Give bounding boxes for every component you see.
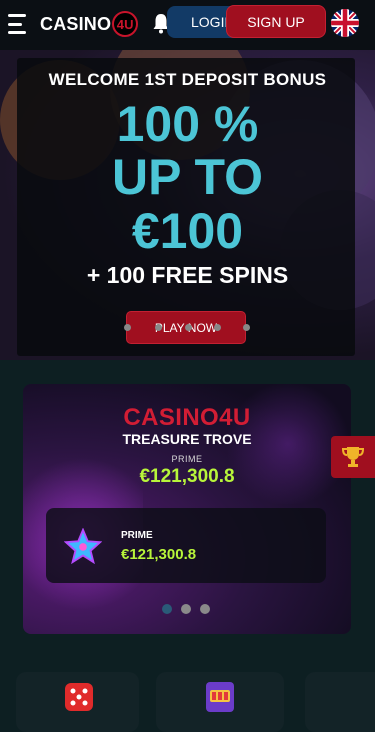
trophy-tab[interactable] xyxy=(331,436,375,478)
hero-subtitle: + 100 FREE SPINS xyxy=(86,262,289,288)
jackpot-dot[interactable] xyxy=(162,604,172,614)
category-tile[interactable] xyxy=(16,672,139,732)
category-tile[interactable] xyxy=(305,672,375,732)
logo-text: CASINO xyxy=(40,13,112,34)
hero-line-1: 100 % xyxy=(116,96,259,152)
slot-machine-icon xyxy=(206,682,234,712)
logo-badge: 4U xyxy=(112,11,139,37)
jackpot-dot[interactable] xyxy=(200,604,210,614)
hero-dot[interactable] xyxy=(185,324,192,331)
logo[interactable]: CASINO 4U xyxy=(40,11,139,37)
jackpot-tier-panel: PRIME €121,300.8 xyxy=(46,508,326,583)
tier-amount: €121,300.8 xyxy=(121,546,197,563)
category-tile[interactable] xyxy=(156,672,284,732)
jackpot-card[interactable]: CASINO4U TREASURE TROVE PRIME €121,300.8… xyxy=(23,384,351,634)
jackpot-tier: PRIME xyxy=(171,454,203,464)
jackpot-name: TREASURE TROVE xyxy=(122,431,252,447)
hero-dot[interactable] xyxy=(214,324,221,331)
hero-line-2: UP TO xyxy=(112,149,263,205)
signup-button[interactable]: SIGN UP xyxy=(226,5,326,38)
menu-icon[interactable] xyxy=(8,14,26,34)
tier-label: PRIME xyxy=(121,530,153,541)
uk-flag-icon[interactable] xyxy=(331,9,359,37)
jackpot-brand: CASINO4U xyxy=(123,404,251,431)
dice-icon xyxy=(65,683,93,711)
top-header: CASINO 4U LOGIN SIGN UP xyxy=(0,0,375,50)
jackpot-dot[interactable] xyxy=(181,604,191,614)
hero-line-3: €100 xyxy=(131,203,244,259)
hero-title: WELCOME 1ST DEPOSIT BONUS xyxy=(48,70,327,89)
trophy-icon xyxy=(341,447,365,467)
star-icon xyxy=(64,528,102,564)
hero-dot[interactable] xyxy=(124,324,131,331)
jackpot-amount: €121,300.8 xyxy=(139,466,235,487)
hero-dot[interactable] xyxy=(155,324,162,331)
hero-dot[interactable] xyxy=(243,324,250,331)
